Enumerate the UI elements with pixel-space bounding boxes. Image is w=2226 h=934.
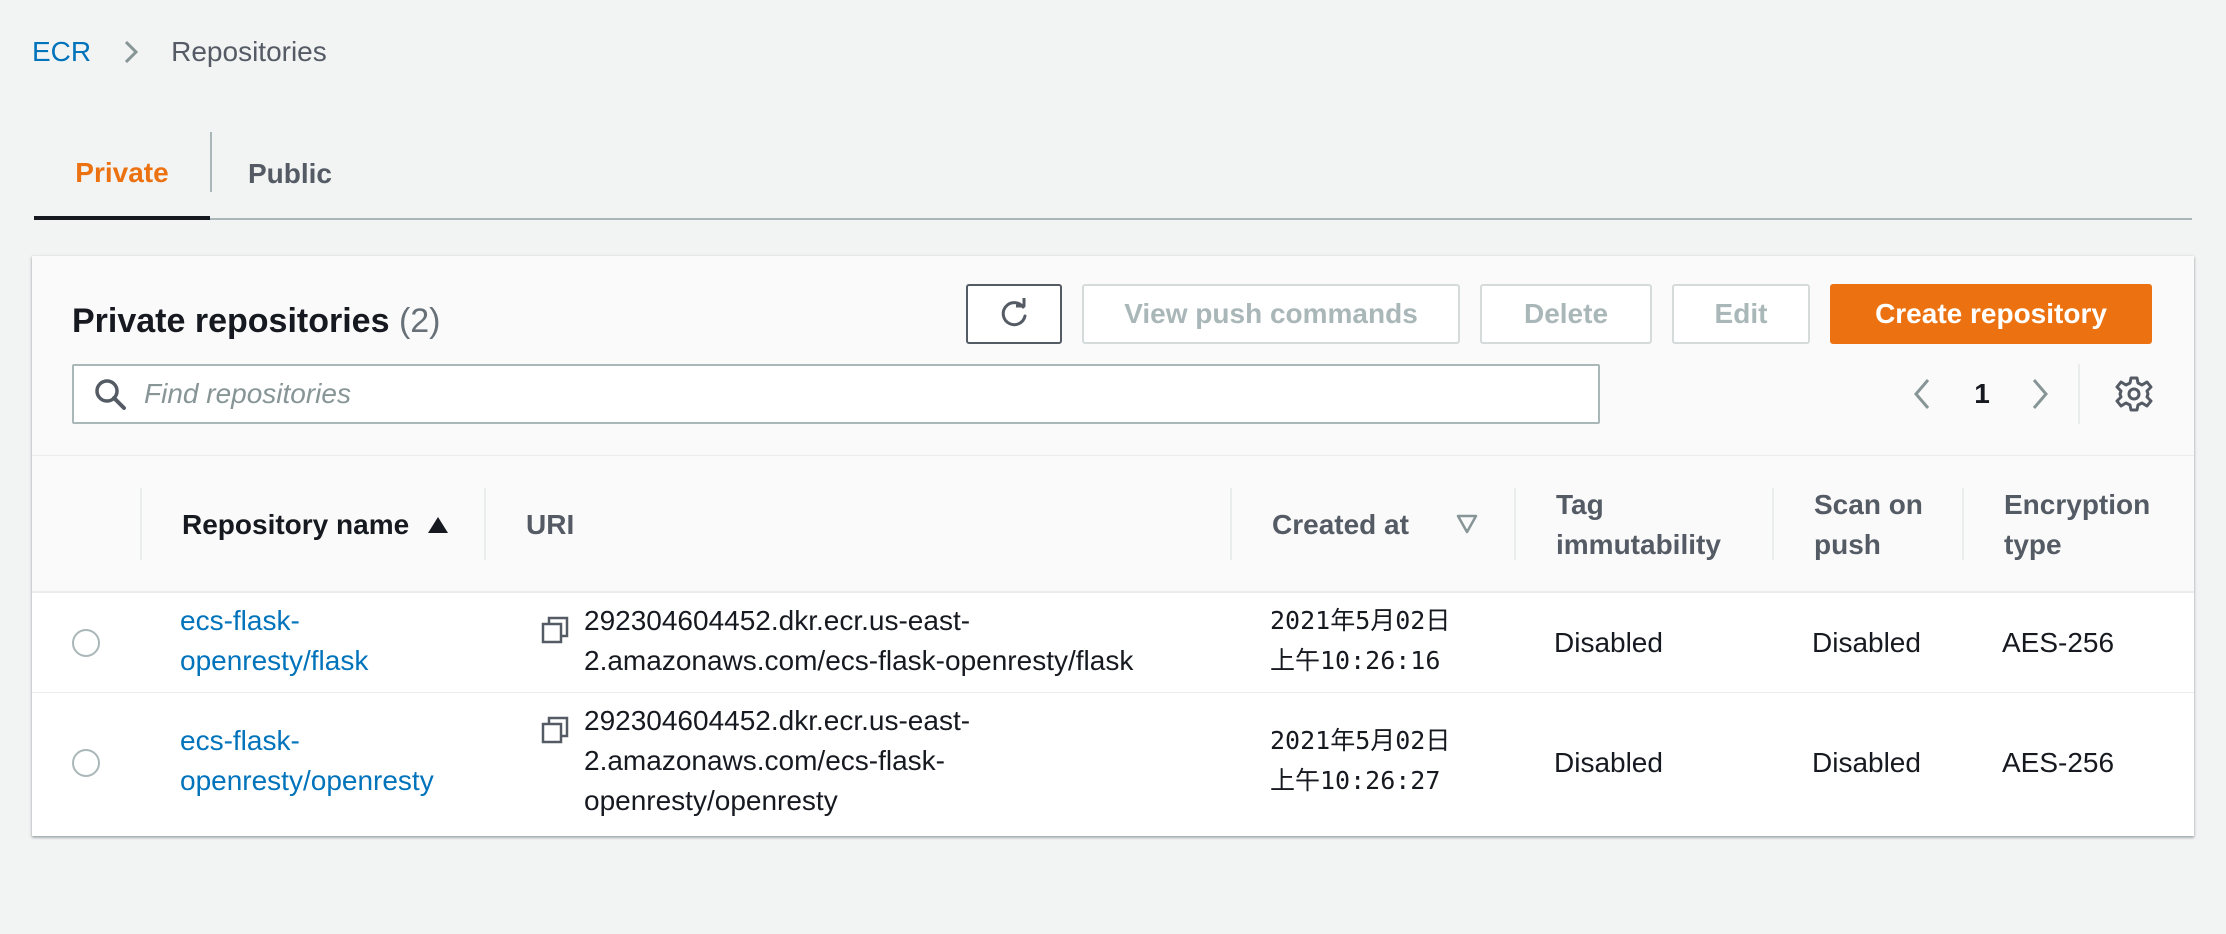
column-header-repository-name-label: Repository name [182, 508, 410, 540]
current-page-number[interactable]: 1 [1962, 374, 2002, 414]
uri-line2: 2.amazonaws.com/ecs-flask-openresty/flas… [584, 645, 1134, 676]
tag-immutability-cell: Disabled [1554, 627, 1663, 658]
uri-line1: 292304604452.dkr.ecr.us-east- [584, 605, 971, 636]
column-header-encryption-type[interactable]: Encryption type [2004, 456, 2150, 593]
column-header-scan-line1: Scan on [1814, 488, 1923, 520]
created-time: 上午10:26:27 [1270, 766, 1441, 795]
previous-page-icon[interactable] [1908, 374, 1936, 414]
column-header-uri[interactable]: URI [526, 456, 574, 593]
uri-line2: 2.amazonaws.com/ecs-flask- [584, 745, 946, 776]
row-select-radio[interactable] [72, 749, 100, 777]
repository-name-link[interactable]: ecs-flask- openresty/openresty [180, 721, 434, 801]
refresh-button[interactable] [966, 284, 1062, 344]
search-icon [95, 379, 126, 410]
repository-count: (2) [398, 302, 441, 340]
sort-ascending-icon [428, 516, 449, 533]
column-header-tag-line2: immutability [1556, 528, 1721, 560]
created-date: 2021年5月02日 [1270, 726, 1451, 755]
created-time: 上午10:26:16 [1270, 646, 1441, 675]
private-repositories-panel: Private repositories (2) View push comma… [32, 256, 2194, 836]
uri-cell: 292304604452.dkr.ecr.us-east- 2.amazonaw… [584, 601, 1133, 681]
view-push-commands-button[interactable]: View push commands [1082, 284, 1460, 344]
repository-name-line1[interactable]: ecs-flask- [180, 721, 434, 761]
scan-on-push-cell: Disabled [1812, 747, 1921, 778]
column-header-tag-line1: Tag [1556, 488, 1604, 520]
breadcrumb-ecr-link[interactable]: ECR [32, 36, 91, 68]
pager-divider [2078, 364, 2080, 424]
column-header-enc-line1: Encryption [2004, 488, 2151, 520]
encryption-type-cell: AES-256 [2002, 747, 2115, 778]
encryption-type-cell: AES-256 [2002, 627, 2115, 658]
repository-name-link[interactable]: ecs-flask- openresty/flask [180, 601, 368, 681]
row-select-radio[interactable] [72, 629, 100, 657]
next-page-icon[interactable] [2026, 374, 2054, 414]
column-separator [484, 488, 486, 560]
breadcrumb: ECR Repositories [32, 34, 327, 70]
panel-title: Private repositories (2) [72, 292, 441, 350]
repository-name-line2[interactable]: openresty/flask [180, 641, 368, 681]
tab-private[interactable]: Private [34, 130, 210, 220]
uri-cell: 292304604452.dkr.ecr.us-east- 2.amazonaw… [584, 701, 970, 821]
table-row[interactable]: ecs-flask- openresty/flask 292304604452.… [32, 593, 2194, 693]
tag-immutability-cell: Disabled [1554, 747, 1663, 778]
column-separator [1772, 488, 1774, 560]
delete-button[interactable]: Delete [1480, 284, 1652, 344]
repository-name-line2[interactable]: openresty/openresty [180, 761, 434, 801]
column-separator [140, 488, 142, 560]
copy-icon[interactable] [540, 715, 570, 745]
table-header: Repository name URI Created at Tag immut… [32, 456, 2194, 593]
tab-public[interactable]: Public [212, 130, 368, 218]
search-box [72, 364, 1600, 424]
column-separator [1514, 488, 1516, 560]
table-row[interactable]: ecs-flask- openresty/openresty 292304604… [32, 693, 2194, 836]
created-date: 2021年5月02日 [1270, 606, 1451, 635]
uri-line3: openresty/openresty [584, 785, 838, 816]
chevron-right-icon [125, 40, 139, 64]
edit-button[interactable]: Edit [1672, 284, 1810, 344]
gear-icon[interactable] [2114, 374, 2154, 414]
uri-line1: 292304604452.dkr.ecr.us-east- [584, 705, 971, 736]
create-repository-button[interactable]: Create repository [1830, 284, 2152, 344]
column-header-enc-line2: type [2004, 528, 2062, 560]
column-separator [1962, 488, 1964, 560]
column-header-tag-immutability[interactable]: Tag immutability [1556, 456, 1721, 593]
created-at-cell: 2021年5月02日 上午10:26:27 [1270, 721, 1450, 801]
column-header-scan-on-push[interactable]: Scan on push [1814, 456, 1923, 593]
panel-header: Private repositories (2) View push comma… [32, 256, 2194, 456]
repository-tabs: Private Public [34, 130, 2192, 220]
refresh-icon [1001, 298, 1027, 327]
created-at-cell: 2021年5月02日 上午10:26:16 [1270, 601, 1450, 681]
scan-on-push-cell: Disabled [1812, 627, 1921, 658]
column-header-scan-line2: push [1814, 528, 1881, 560]
repository-name-line1[interactable]: ecs-flask- [180, 601, 368, 641]
search-input[interactable] [144, 378, 1544, 410]
column-header-repository-name[interactable]: Repository name [182, 456, 449, 593]
breadcrumb-current: Repositories [171, 36, 327, 67]
panel-title-text: Private repositories [72, 302, 390, 340]
sort-descending-icon [1456, 514, 1478, 534]
column-separator [1230, 488, 1232, 560]
copy-icon[interactable] [540, 615, 570, 645]
column-header-created-at[interactable]: Created at [1272, 456, 1409, 593]
